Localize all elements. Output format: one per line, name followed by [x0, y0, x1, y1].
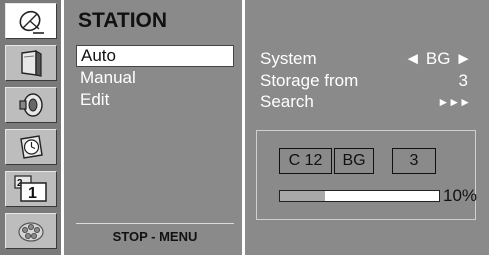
picture-frame-icon[interactable] [5, 45, 57, 81]
search-progress-box: C 12 BG 3 10% [256, 130, 478, 220]
menu-title: STATION [78, 9, 168, 32]
menu-item-auto[interactable]: Auto [76, 45, 234, 67]
progress-bar [279, 190, 440, 202]
system-label: System [260, 49, 317, 68]
speaker-icon[interactable] [5, 87, 57, 123]
stop-gear-icon[interactable] [5, 213, 57, 249]
system-value[interactable]: ◄ BG ► [404, 48, 472, 70]
system-cell: BG [334, 148, 374, 174]
search-start-icon[interactable]: ►►► [437, 91, 471, 113]
settings-panel: System ◄ BG ► Storage from 3 Search ►►► … [245, 0, 489, 255]
menu-item-edit[interactable]: Edit [76, 89, 234, 111]
progress-bar-fill [280, 191, 325, 201]
menu-item-manual[interactable]: Manual [76, 67, 234, 89]
menu-list: Auto Manual Edit [76, 45, 234, 111]
tv-channel-icon[interactable]: 2 1 [5, 171, 57, 207]
progress-percent: 10% [443, 186, 478, 205]
icon-sidebar: 2 1 [0, 0, 61, 255]
search-label: Search [260, 92, 314, 111]
storage-from-row[interactable]: Storage from 3 [260, 70, 472, 92]
search-row[interactable]: Search ►►► [260, 91, 472, 113]
channel-cell: C 12 [279, 148, 332, 174]
svg-text:1: 1 [28, 185, 37, 202]
satellite-dish-icon[interactable] [5, 3, 57, 39]
storage-from-value[interactable]: 3 [459, 70, 468, 92]
clock-icon[interactable] [5, 129, 57, 165]
storage-from-label: Storage from [260, 71, 359, 90]
program-cell: 3 [392, 148, 436, 174]
system-row[interactable]: System ◄ BG ► [260, 48, 472, 70]
menu-footer-hint: STOP - MENU [76, 223, 234, 244]
station-menu-panel: STATION Auto Manual Edit STOP - MENU [64, 0, 242, 255]
